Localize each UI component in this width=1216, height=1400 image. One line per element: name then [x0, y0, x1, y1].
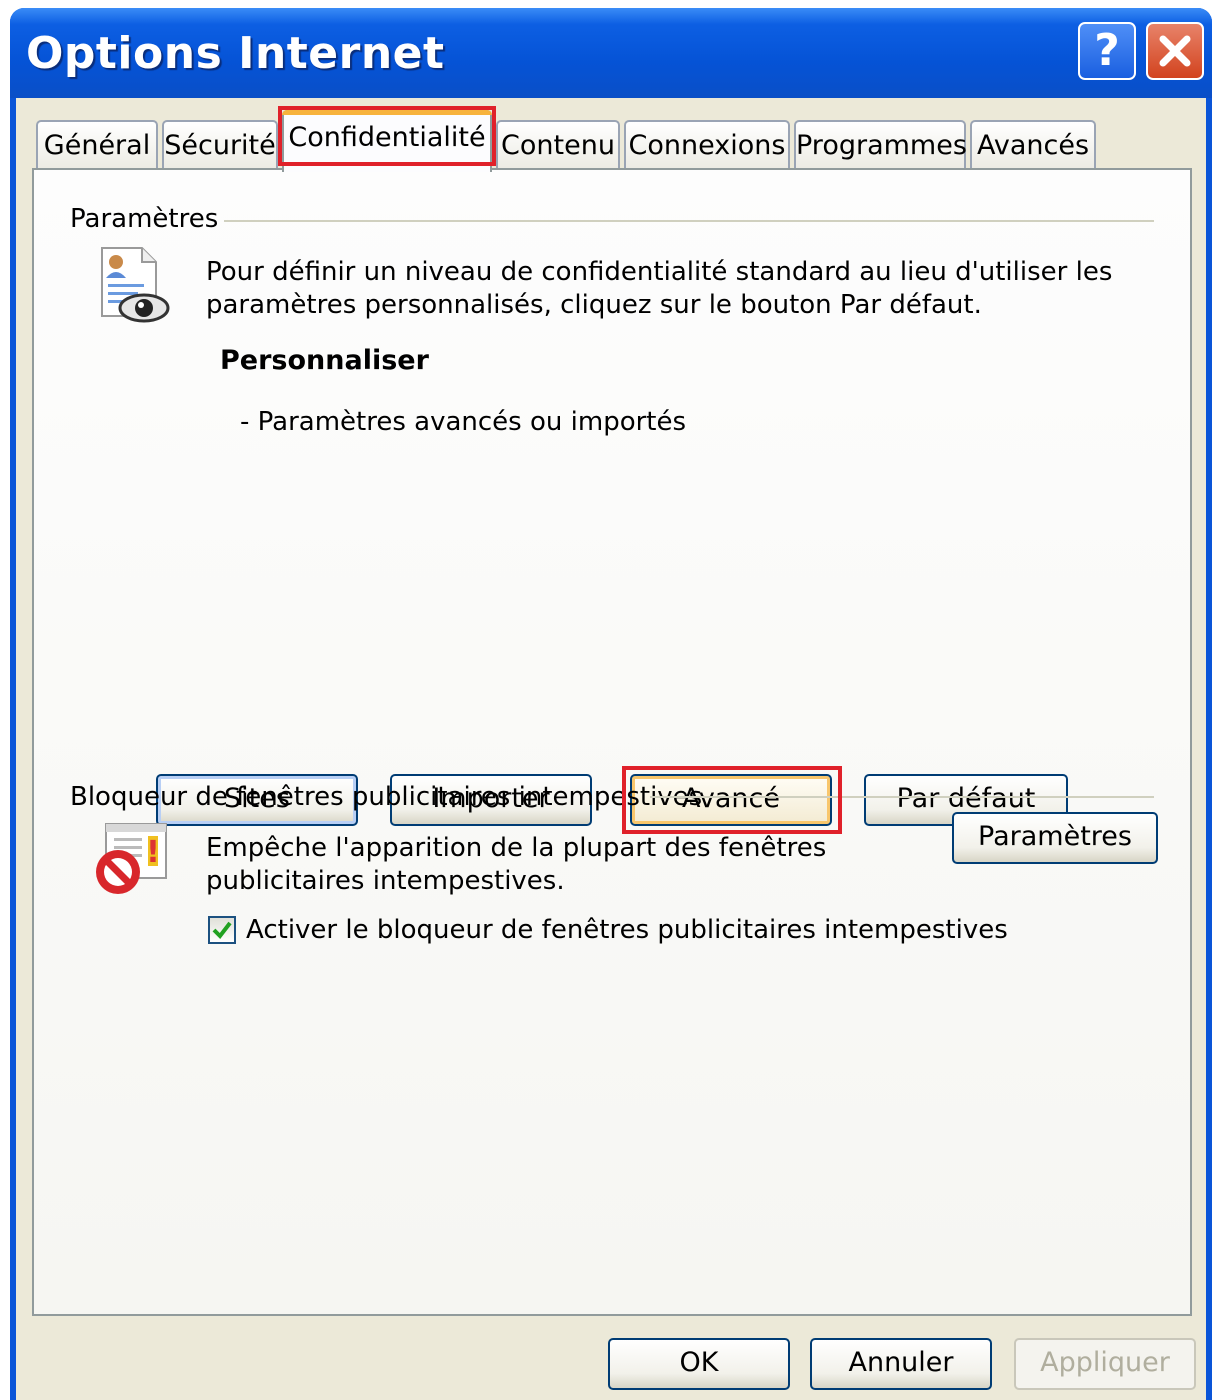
window-title: Options Internet	[26, 28, 445, 79]
group-divider	[224, 220, 1154, 222]
tab-label: Contenu	[501, 130, 615, 161]
tab-general[interactable]: Général	[36, 120, 158, 170]
privacy-level-detail: - Paramètres avancés ou importés	[240, 407, 687, 437]
popup-settings-button[interactable]: Paramètres	[952, 812, 1158, 864]
group-divider	[650, 796, 1154, 798]
dialog-client-area: Général Sécurité Confidentialité Contenu…	[16, 98, 1206, 1400]
cancel-button[interactable]: Annuler	[810, 1338, 992, 1390]
dialog-window: Options Internet ? Général Sécurité Conf…	[10, 8, 1212, 1400]
privacy-level-title: Personnaliser	[220, 345, 429, 376]
help-button[interactable]: ?	[1078, 22, 1136, 80]
tab-label: Général	[43, 130, 151, 161]
tab-content[interactable]: Contenu	[496, 120, 620, 170]
tab-security[interactable]: Sécurité	[162, 120, 278, 170]
popup-blocker-group-label: Bloqueur de fenêtres publicitaires intem…	[70, 782, 703, 812]
help-icon: ?	[1094, 25, 1120, 76]
privacy-description-line1: Pour définir un niveau de confidentialit…	[206, 257, 1113, 287]
enable-popup-blocker-checkbox[interactable]	[208, 916, 236, 944]
apply-button[interactable]: Appliquer	[1014, 1338, 1196, 1390]
settings-group-label: Paramètres	[70, 204, 219, 234]
tab-programs[interactable]: Programmes	[794, 120, 967, 170]
close-icon	[1159, 35, 1191, 67]
privacy-document-eye-icon	[101, 247, 170, 323]
ok-button[interactable]: OK	[608, 1338, 790, 1390]
tab-advanced[interactable]: Avancés	[970, 120, 1096, 170]
checkmark-icon	[212, 921, 232, 940]
tab-label: Confidentialité	[288, 122, 486, 153]
privacy-description-line2: paramètres personnalisés, cliquez sur le…	[206, 290, 982, 320]
svg-text:!: !	[146, 835, 160, 870]
tab-label: Connexions	[628, 130, 786, 161]
tab-privacy[interactable]: Confidentialité	[282, 110, 492, 172]
popup-blocker-icon: !	[96, 823, 167, 894]
popup-description-line1: Empêche l'apparition de la plupart des f…	[206, 833, 827, 863]
popup-description-line2: publicitaires intempestives.	[206, 866, 565, 896]
tab-label: Sécurité	[164, 130, 276, 161]
tab-connections[interactable]: Connexions	[624, 120, 790, 170]
enable-popup-blocker-label[interactable]: Activer le bloqueur de fenêtres publicit…	[246, 914, 1008, 947]
title-bar[interactable]: Options Internet ?	[10, 8, 1212, 98]
close-button[interactable]	[1146, 22, 1204, 80]
tab-label: Programmes	[796, 130, 967, 161]
tab-label: Avancés	[976, 130, 1090, 161]
tab-panel: Paramètres Pour définir un niveau de con…	[32, 168, 1192, 1316]
